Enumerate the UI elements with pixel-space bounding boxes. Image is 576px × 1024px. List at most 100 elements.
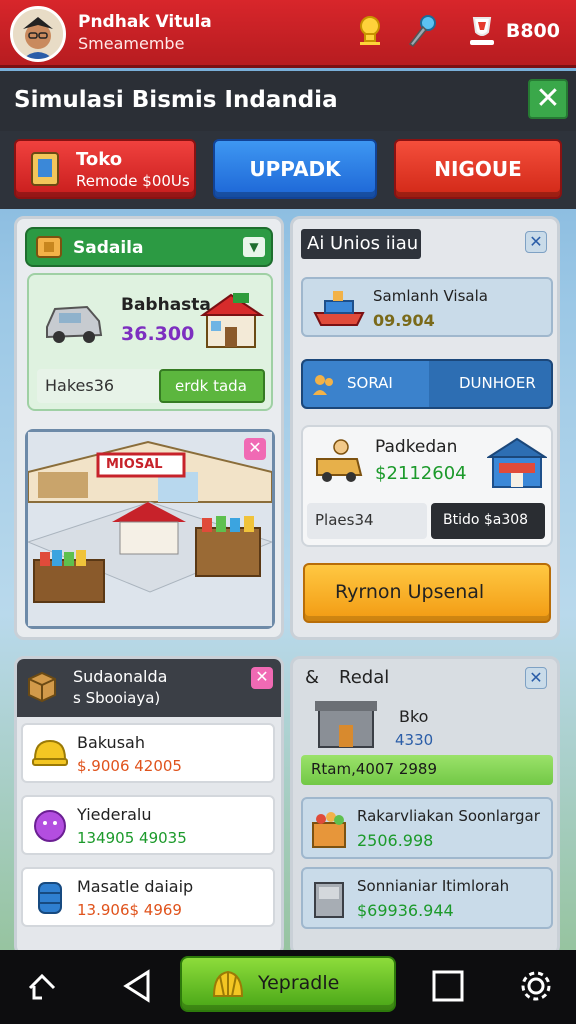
toko-subtitle: Remode $00Us [76,172,190,190]
warehouse-icon [315,701,377,748]
tab-switcher: SORAI DUNHOER [301,359,553,409]
nigoue-button[interactable]: NIGOUE [394,139,562,199]
trophy-icon[interactable] [464,12,500,48]
cabinet-icon [314,882,344,918]
item-value: 13.906$ 4969 [77,901,182,919]
market-building-icon [487,437,547,488]
shop-name: Bko [399,707,429,726]
ryrnon-upsenal-label: Ryrnon Upsenal [335,581,485,603]
shop-building-icon [199,293,265,348]
player-name: Pndhak Vitula [78,12,212,32]
padkedan-stat-box: Plaes34 [307,503,427,539]
card-action-label: erdk tada [175,377,247,395]
bottom-right-title: Redal [339,667,390,688]
fruit-crate-icon [312,812,346,848]
right-panel-title: Ai Unios iiau [307,233,419,254]
tab-sorai[interactable]: SORAI [303,361,429,407]
upgrade-button[interactable]: Yepradle [180,956,396,1012]
coin-balance: B800 [505,20,560,42]
list-item[interactable]: Masatle daiaip 13.906$ 4969 [21,867,275,927]
close-icon[interactable]: ✕ [251,667,273,689]
shop-box-icon [31,152,59,186]
store-sign: MIOSAL [106,457,163,472]
stat-box: Hakes36 [37,369,163,403]
padkedan-card[interactable]: Padkedan $2112604 Plaes34 Btido $a308 [301,425,553,547]
padkedan-stat: Plaes34 [315,511,374,529]
progress-text: Rtam,4007 2989 [311,760,437,778]
ampersand-icon: & [305,667,320,688]
square-icon[interactable] [428,966,468,1006]
item-name: Rakarvliakan Soonlargar [357,807,540,825]
list-item[interactable]: Sonnianiar Itimlorah $69936.944 [301,867,553,929]
toko-button[interactable]: Toko Remode $00Us [14,139,196,199]
card-title: Babhasta [121,295,211,315]
samlanh-item[interactable]: Samlanh Visala 09.904 [301,277,553,337]
helmet-icon [32,739,68,766]
item-name: Masatle daiaip [77,877,194,896]
gem-icon [34,810,66,842]
player-avatar[interactable] [10,6,66,62]
close-icon[interactable]: ✕ [244,438,266,460]
delivery-cart-icon [316,439,363,482]
padkedan-value: $2112604 [375,463,467,484]
player-subtitle: Smeamembe [78,34,185,53]
business-card[interactable]: Babhasta 36.300 Hakes36 erdk tada [27,273,273,411]
box-icon [36,236,62,258]
barrel-icon [38,882,62,914]
shell-icon [212,970,244,997]
sadaila-title: Sadaila [73,238,144,258]
sadaila-header[interactable]: Sadaila ▼ [25,227,273,267]
tab-dunhoer[interactable]: DUNHOER [459,374,536,392]
store-illustration[interactable]: MIOSAL ✕ [25,429,275,629]
close-icon[interactable]: ✕ [525,231,547,253]
page-title: Simulasi Bismis Indandia [14,87,338,113]
item-value: $69936.944 [357,901,454,920]
bottom-left-subtitle: s Sbooiaya) [73,689,161,707]
padkedan-button[interactable]: Btido $a308 [431,503,545,539]
chevron-down-icon[interactable]: ▼ [243,237,265,257]
bottom-right-panel: & Redal ✕ Bko 4330 Rtam,4007 2989 Rakarv… [290,656,560,956]
home-icon[interactable] [22,966,62,1006]
top-header: Pndhak Vitula Smeamembe B800 [0,0,576,68]
shop-value: 4330 [395,731,434,749]
bottom-navigation-bar: Yepradle [0,950,576,1024]
people-icon [313,375,333,395]
item-value: 134905 49035 [77,829,187,847]
action-button-row: Toko Remode $00Us UPPADK NIGOUE [0,131,576,209]
upgrade-top-button[interactable]: UPPADK [213,139,377,199]
toko-title: Toko [76,149,123,170]
card-action-button[interactable]: erdk tada [159,369,265,403]
progress-bar: Rtam,4007 2989 [301,755,553,785]
ryrnon-upsenal-button[interactable]: Ryrnon Upsenal [303,563,551,623]
bottom-left-panel: Sudaonalda s Sbooiaya) ✕ Bakusah $.9006 … [14,656,284,956]
padkedan-button-label: Btido $a308 [443,512,529,528]
ship-icon [313,291,365,326]
crate-icon [28,671,56,703]
lightbulb-icon[interactable] [352,12,388,48]
close-button[interactable]: ✕ [528,79,568,119]
gear-icon[interactable] [516,966,556,1006]
list-item[interactable]: Rakarvliakan Soonlargar 2506.998 [301,797,553,859]
card-stat-label: Hakes36 [45,376,115,395]
padkedan-title: Padkedan [375,437,458,457]
list-item[interactable]: Yiederalu 134905 49035 [21,795,275,855]
car-icon [46,305,103,343]
tab-sorai-label: SORAI [347,374,393,392]
item-name: Yiederalu [77,805,152,824]
left-business-panel: Sadaila ▼ Babhasta 36.300 Hakes36 erdk t… [14,216,284,640]
bottom-left-title: Sudaonalda [73,667,168,686]
samlanh-value: 09.904 [373,311,435,330]
upgrade-label: Yepradle [258,972,340,994]
card-value: 36.300 [121,323,195,345]
samlanh-title: Samlanh Visala [373,287,488,305]
close-icon[interactable]: ✕ [525,667,547,689]
right-business-panel: Ai Unios iiau ✕ Samlanh Visala 09.904 SO… [290,216,560,640]
item-name: Sonnianiar Itimlorah [357,877,510,895]
item-value: $.9006 42005 [77,757,182,775]
list-item[interactable]: Bakusah $.9006 42005 [21,723,275,783]
item-name: Bakusah [77,733,145,752]
item-value: 2506.998 [357,831,434,850]
microphone-icon[interactable] [404,12,440,48]
title-bar: Simulasi Bismis Indandia ✕ [0,71,576,131]
back-icon[interactable] [118,966,158,1006]
